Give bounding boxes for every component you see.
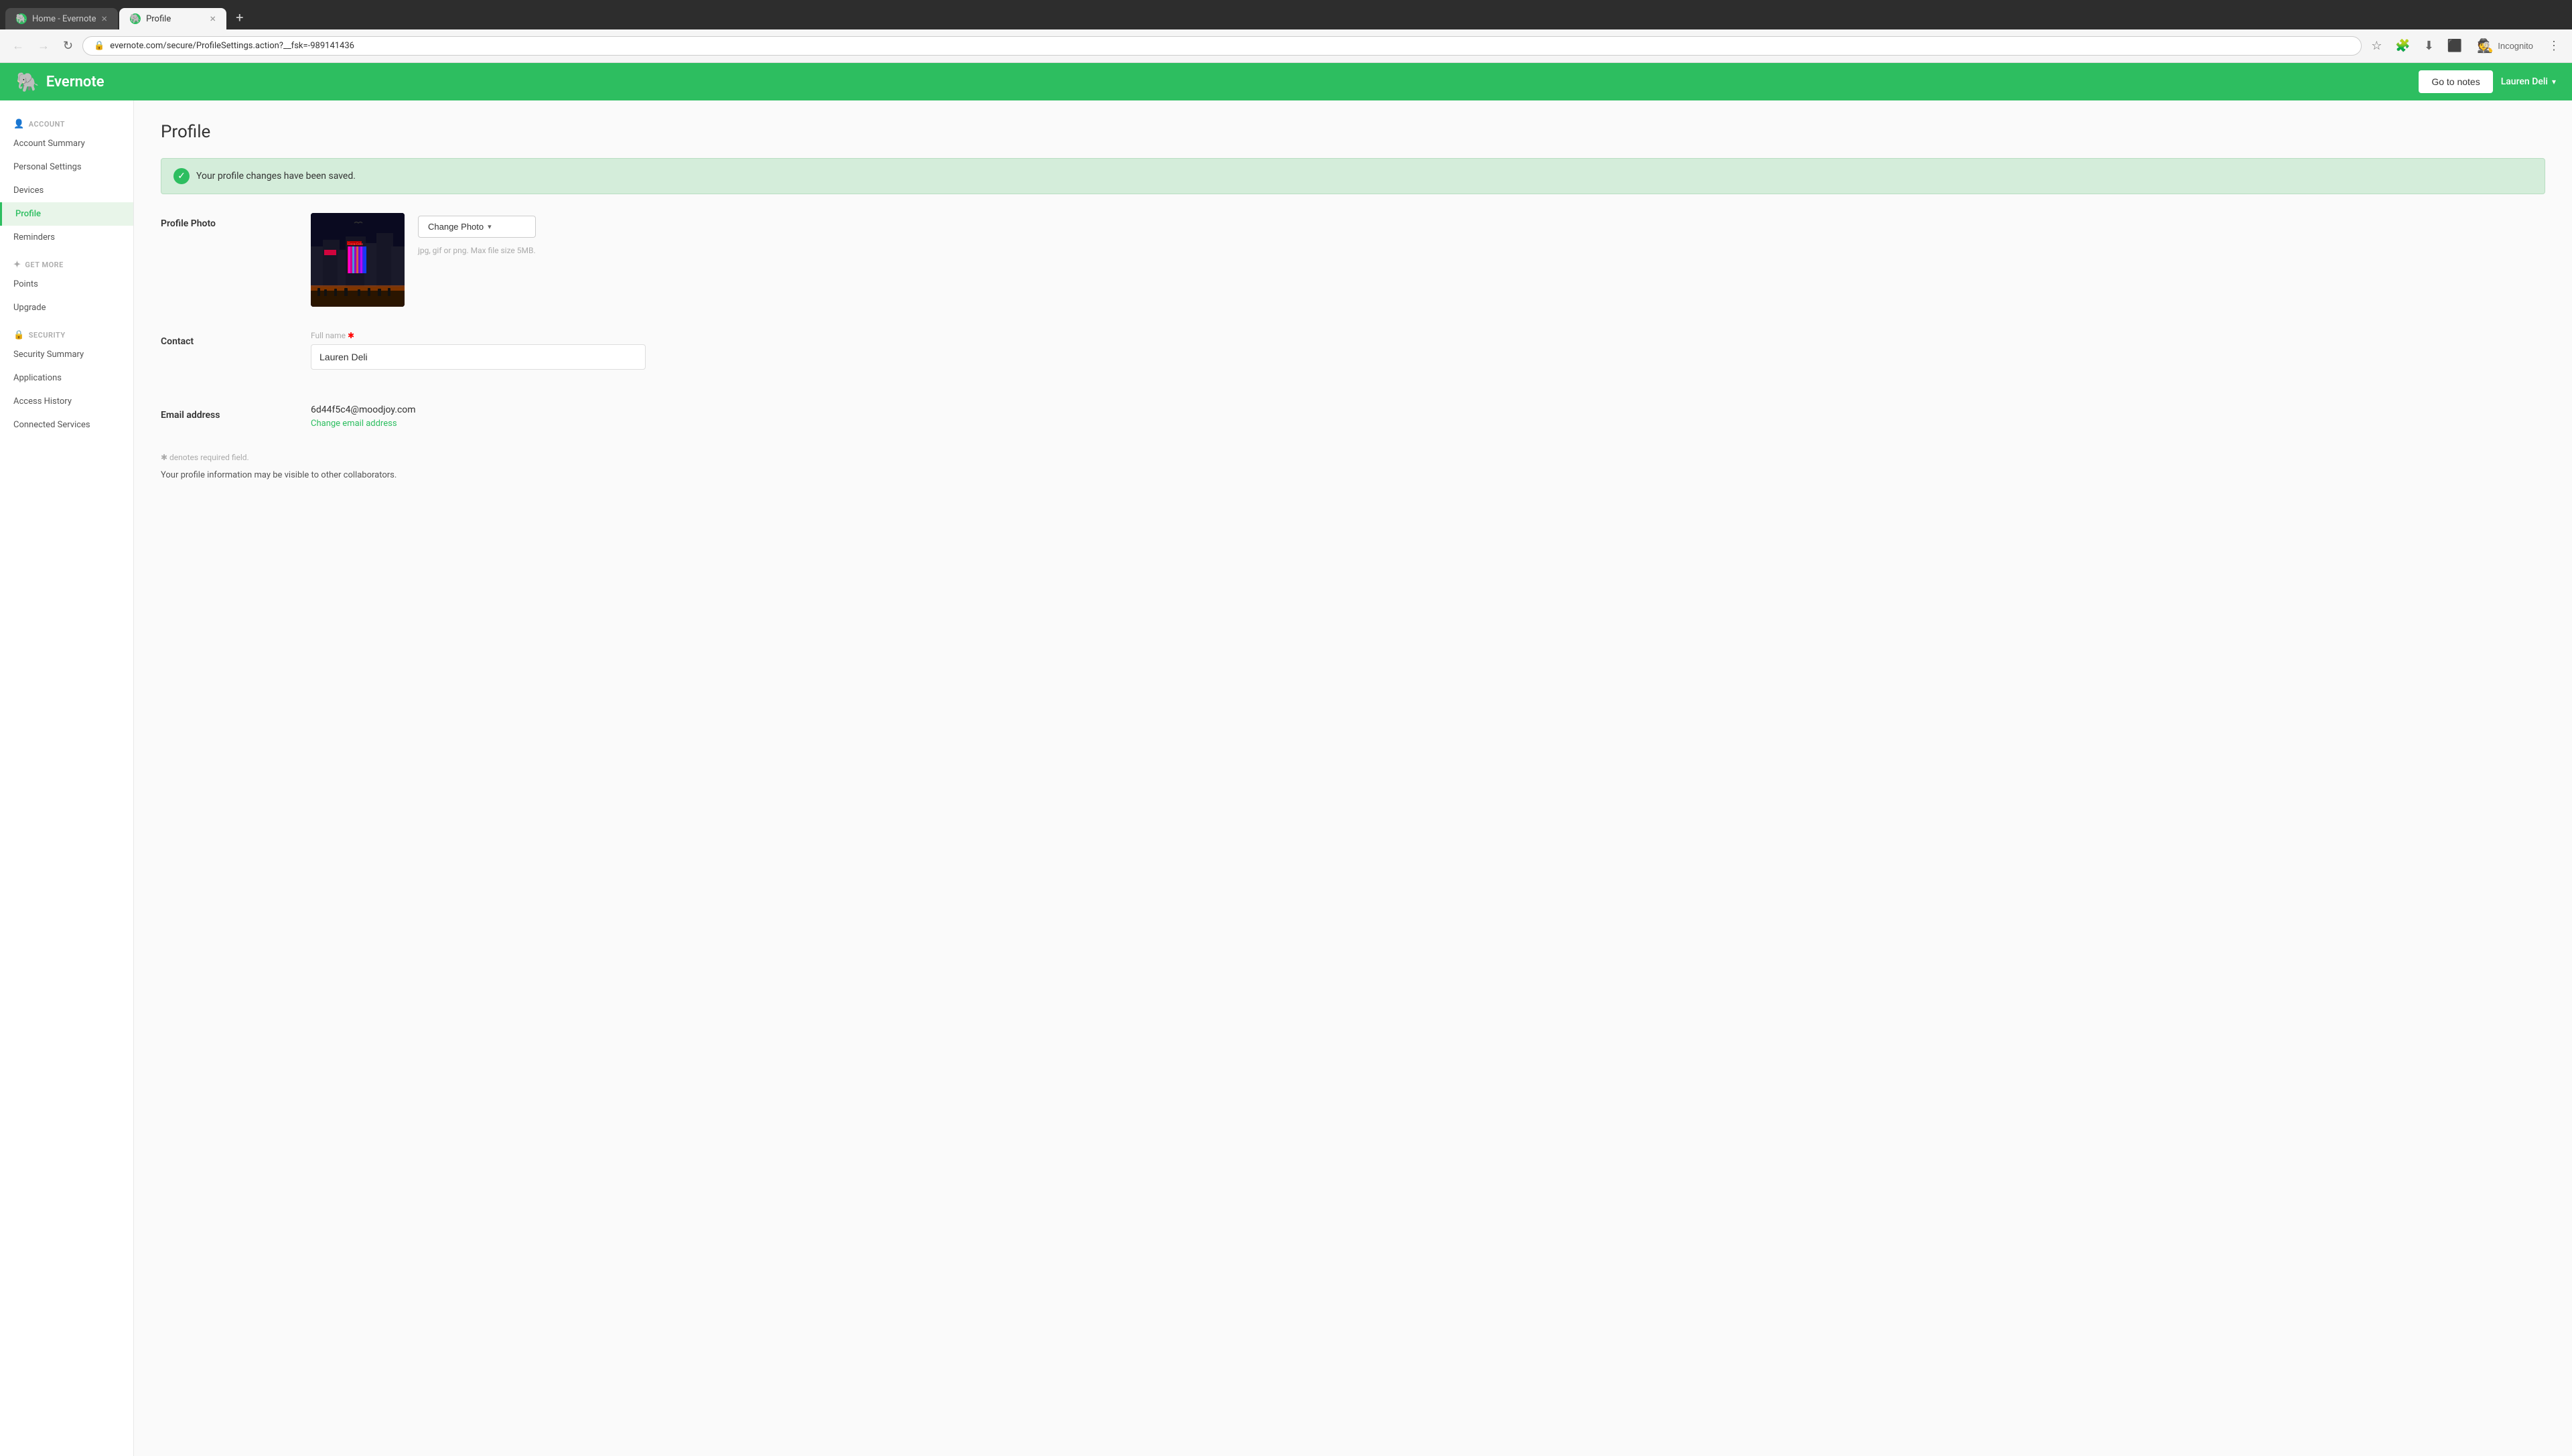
user-menu-chevron-icon: ▾ [2552, 77, 2556, 86]
app-layout: 👤 ACCOUNT Account Summary Personal Setti… [0, 100, 2572, 1456]
browser-chrome: 🐘 Home - Evernote × 🐘 Profile × + ← → ↻ … [0, 0, 2572, 63]
sidebar-item-devices[interactable]: Devices [0, 179, 133, 202]
browser-toolbar: ← → ↻ 🔒 evernote.com/secure/ProfileSetti… [0, 29, 2572, 63]
logo-area[interactable]: 🐘 Evernote [16, 71, 104, 93]
tab-profile-favicon: 🐘 [130, 13, 141, 24]
forward-button[interactable]: → [33, 36, 54, 56]
header-actions: Go to notes Lauren Deli ▾ [2419, 70, 2556, 93]
lock-icon: 🔒 [94, 41, 104, 51]
new-tab-button[interactable]: + [228, 5, 251, 29]
download-button[interactable]: ⬇ [2420, 36, 2438, 56]
sidebar-section-get-more-label: ✦ GET MORE [0, 254, 133, 273]
full-name-label: Full name ✱ [311, 331, 2545, 340]
required-star: ✱ [348, 331, 354, 340]
change-photo-chevron-icon: ▾ [488, 222, 492, 231]
sidebar-section-security-label: 🔒 SECURITY [0, 325, 133, 343]
privacy-note: Your profile information may be visible … [161, 470, 2545, 480]
sidebar: 👤 ACCOUNT Account Summary Personal Setti… [0, 100, 134, 1456]
success-banner: ✓ Your profile changes have been saved. [161, 158, 2545, 194]
address-bar[interactable]: 🔒 evernote.com/secure/ProfileSettings.ac… [82, 36, 2362, 56]
change-photo-button[interactable]: Change Photo ▾ [418, 216, 536, 238]
profile-photo-section: Profile Photo [161, 213, 2545, 307]
email-value: 6d44f5c4@moodjoy.com [311, 405, 2545, 415]
bookmark-button[interactable]: ☆ [2367, 36, 2386, 56]
sidebar-item-profile[interactable]: Profile [0, 202, 133, 226]
extensions-button[interactable]: 🧩 [2391, 36, 2414, 56]
sidebar-item-connected-services[interactable]: Connected Services [0, 413, 133, 437]
tab-home-label: Home - Evernote [32, 14, 96, 24]
tab-profile[interactable]: 🐘 Profile × [119, 8, 226, 29]
go-to-notes-button[interactable]: Go to notes [2419, 70, 2492, 93]
logo-text: Evernote [46, 74, 104, 90]
email-label: Email address [161, 405, 295, 429]
full-name-input[interactable] [311, 344, 646, 370]
success-text: Your profile changes have been saved. [196, 171, 356, 181]
sidebar-item-upgrade[interactable]: Upgrade [0, 296, 133, 319]
back-button[interactable]: ← [8, 36, 28, 56]
sidebar-item-points[interactable]: Points [0, 273, 133, 296]
sidebar-section-account-label: 👤 ACCOUNT [0, 114, 133, 132]
sidebar-button[interactable]: ⬛ [2443, 36, 2466, 56]
sidebar-item-security-summary[interactable]: Security Summary [0, 343, 133, 366]
sidebar-item-reminders[interactable]: Reminders [0, 226, 133, 249]
sidebar-item-applications[interactable]: Applications [0, 366, 133, 390]
email-content: 6d44f5c4@moodjoy.com Change email addres… [311, 405, 2545, 429]
incognito-icon: 🕵 [2477, 38, 2494, 54]
incognito-button[interactable]: 🕵 Incognito [2472, 35, 2539, 57]
email-section: Email address 6d44f5c4@moodjoy.com Chang… [161, 405, 2545, 429]
sidebar-item-access-history[interactable]: Access History [0, 390, 133, 413]
page-title: Profile [161, 122, 2545, 142]
full-name-field: Full name ✱ [311, 331, 2545, 370]
sidebar-item-personal-settings[interactable]: Personal Settings [0, 155, 133, 179]
security-section-icon: 🔒 [13, 330, 25, 340]
sidebar-section-account: 👤 ACCOUNT Account Summary Personal Setti… [0, 114, 133, 249]
tab-home-close[interactable]: × [102, 13, 108, 24]
chrome-menu-button[interactable]: ⋮ [2544, 36, 2564, 56]
tab-home[interactable]: 🐘 Home - Evernote × [5, 8, 118, 29]
refresh-button[interactable]: ↻ [59, 36, 77, 56]
contact-label: Contact [161, 331, 295, 380]
change-email-link[interactable]: Change email address [311, 419, 397, 429]
url-text: evernote.com/secure/ProfileSettings.acti… [110, 41, 354, 51]
svg-text:Coca-Cola: Coca-Cola [348, 242, 363, 246]
required-note: ✱ denotes required field. [161, 453, 2545, 462]
user-menu[interactable]: Lauren Deli ▾ [2501, 76, 2556, 87]
main-content: Profile ✓ Your profile changes have been… [134, 100, 2572, 1456]
get-more-section-icon: ✦ [13, 260, 21, 270]
incognito-label: Incognito [2498, 41, 2533, 51]
browser-tabs: 🐘 Home - Evernote × 🐘 Profile × + [0, 0, 2572, 29]
change-photo-label: Change Photo [428, 222, 484, 232]
profile-photo-label: Profile Photo [161, 213, 295, 307]
photo-details: Change Photo ▾ jpg, gif or png. Max file… [418, 213, 536, 257]
photo-hint-text: jpg, gif or png. Max file size 5MB. [418, 244, 536, 257]
tab-profile-close[interactable]: × [210, 13, 216, 24]
tab-home-favicon: 🐘 [16, 13, 27, 24]
profile-photo: Coca-Cola [311, 213, 405, 307]
toolbar-actions: ☆ 🧩 ⬇ ⬛ 🕵 Incognito ⋮ [2367, 35, 2564, 57]
elephant-logo-icon: 🐘 [16, 71, 40, 93]
account-section-icon: 👤 [13, 119, 25, 129]
profile-photo-content: Coca-Cola [311, 213, 2545, 307]
contact-section: Contact Full name ✱ [161, 331, 2545, 380]
app-header: 🐘 Evernote Go to notes Lauren Deli ▾ [0, 63, 2572, 100]
contact-content: Full name ✱ [311, 331, 2545, 380]
sidebar-section-security: 🔒 SECURITY Security Summary Applications… [0, 325, 133, 437]
sidebar-item-account-summary[interactable]: Account Summary [0, 132, 133, 155]
success-check-icon: ✓ [173, 168, 190, 184]
tab-profile-label: Profile [146, 14, 171, 24]
photo-area: Coca-Cola [311, 213, 2545, 307]
footer-notes: ✱ denotes required field. Your profile i… [161, 453, 2545, 480]
user-name-label: Lauren Deli [2501, 76, 2548, 87]
sidebar-section-get-more: ✦ GET MORE Points Upgrade [0, 254, 133, 319]
